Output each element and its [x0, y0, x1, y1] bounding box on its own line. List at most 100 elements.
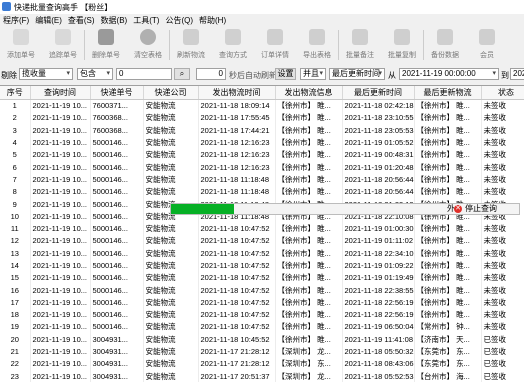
table-row[interactable]: 142021-11-19 10...5000146...安能物流2021-11-… [0, 260, 524, 272]
table-cell: 安能物流 [143, 297, 198, 309]
table-cell: 【徐州市】 睢... [414, 272, 481, 284]
from-label: 从 [388, 70, 396, 81]
table-row[interactable]: 222021-11-19 10...3004931...安能物流2021-11-… [0, 358, 524, 370]
search-icon: ⌕ [180, 69, 184, 78]
table-row[interactable]: 22021-11-19 10...7600368...安能物流2021-11-1… [0, 112, 524, 124]
table-cell: 2021-11-18 22:56:19 [342, 309, 414, 321]
table-cell: 2021-11-18 11:18:48 [198, 186, 275, 198]
toolbar-button-batch-copy[interactable]: 批量复制 [381, 26, 423, 64]
stop-icon[interactable]: ✕ [454, 205, 462, 213]
column-header[interactable]: 最后更新时间 [342, 86, 414, 100]
table-row[interactable]: 192021-11-19 10...5000146...安能物流2021-11-… [0, 321, 524, 333]
table-cell: 【徐州市】 睢... [414, 112, 481, 124]
toolbar-button-order-detail[interactable]: 订单详情 [254, 26, 296, 64]
table-row[interactable]: 42021-11-19 10...5000146...安能物流2021-11-1… [0, 137, 524, 149]
logic-select[interactable]: 并且 [300, 68, 326, 80]
table-cell: 2021-11-19 10... [30, 112, 90, 124]
table-cell: 【徐州市】 睢... [275, 112, 342, 124]
column-header[interactable]: 状态 [481, 86, 524, 100]
stop-query-button[interactable]: 停止查询 [465, 204, 497, 214]
table-cell: 2021-11-19 10... [30, 309, 90, 321]
table-cell: 【东莞市】 东... [414, 358, 481, 370]
toolbar-button-export[interactable]: 导出表格 [296, 26, 338, 64]
toolbar-button-backup[interactable]: 备份数据 [424, 26, 466, 64]
column-header[interactable]: 查询时间 [30, 86, 90, 100]
table-cell: 安能物流 [143, 260, 198, 272]
table-row[interactable]: 32021-11-19 10...7600368...安能物流2021-11-1… [0, 125, 524, 137]
table-cell: 9 [0, 198, 30, 210]
table-row[interactable]: 212021-11-19 10...3004931...安能物流2021-11-… [0, 346, 524, 358]
member-icon [479, 29, 495, 45]
table-row[interactable]: 162021-11-19 10...5000146...安能物流2021-11-… [0, 284, 524, 296]
menu-item[interactable]: 数据(B) [98, 14, 131, 26]
toolbar-button-query-mode[interactable]: 查询方式 [212, 26, 254, 64]
toolbar-button-clear[interactable]: 清空表格 [127, 26, 169, 64]
menu-item[interactable]: 帮助(H) [196, 14, 229, 26]
column-header[interactable]: 快递公司 [143, 86, 198, 100]
toolbar-button-add[interactable]: 添加单号 [0, 26, 42, 64]
toolbar-button-batch-note[interactable]: 批量备注 [339, 26, 381, 64]
settings-button[interactable]: 设置 [275, 68, 296, 80]
table-row[interactable]: 12021-11-19 10...7600371...安能物流2021-11-1… [0, 100, 524, 113]
table-cell: 5000146... [90, 198, 143, 210]
filter-operator-select[interactable]: 包含 [77, 68, 113, 80]
table-cell: 2021-11-18 12:16:23 [198, 137, 275, 149]
table-cell: 12 [0, 235, 30, 247]
table-cell: 2021-11-19 10... [30, 260, 90, 272]
table-row[interactable]: 182021-11-19 10...5000146...安能物流2021-11-… [0, 309, 524, 321]
table-cell: 2021-11-19 10... [30, 186, 90, 198]
table-row[interactable]: 72021-11-19 10...5000146...安能物流2021-11-1… [0, 174, 524, 186]
table-row[interactable]: 152021-11-19 10...5000146...安能物流2021-11-… [0, 272, 524, 284]
table-cell: 2021-11-18 10:47:52 [198, 321, 275, 333]
table-cell: 安能物流 [143, 371, 198, 382]
table-cell: 【徐州市】 睢... [275, 149, 342, 161]
table-cell: 10 [0, 211, 30, 223]
table-row[interactable]: 232021-11-19 10...3004931...安能物流2021-11-… [0, 371, 524, 382]
column-header[interactable]: 最后更新物流 [414, 86, 481, 100]
menu-item[interactable]: 编辑(E) [32, 14, 65, 26]
table-cell: 20 [0, 334, 30, 346]
time-field-select[interactable]: 最后更新时间 [329, 68, 385, 80]
table-cell: 13 [0, 248, 30, 260]
table-row[interactable]: 122021-11-19 10...5000146...安能物流2021-11-… [0, 235, 524, 247]
table-cell: 5000146... [90, 211, 143, 223]
search-button[interactable]: ⌕ [174, 68, 190, 80]
table-cell: 2021-11-19 10... [30, 161, 90, 173]
toolbar-button-member[interactable]: 会员 [466, 26, 508, 64]
table-row[interactable]: 202021-11-19 10...3004931...安能物流2021-11-… [0, 334, 524, 346]
menu-item[interactable]: 公告(Q) [162, 14, 196, 26]
menu-bar: 程序(F)编辑(E)查看(S)数据(B)工具(T)公告(Q)帮助(H) [0, 14, 524, 26]
table-row[interactable]: 132021-11-19 10...5000146...安能物流2021-11-… [0, 248, 524, 260]
toolbar-button-refresh[interactable]: 刷新物流 [170, 26, 212, 64]
toolbar-button-label: 会员 [466, 50, 508, 60]
keyword-input[interactable]: 0 [116, 68, 172, 80]
table-row[interactable]: 112021-11-19 10...5000146...安能物流2021-11-… [0, 223, 524, 235]
table-cell: 3004931... [90, 371, 143, 382]
table-row[interactable]: 82021-11-19 10...5000146...安能物流2021-11-1… [0, 186, 524, 198]
menu-item[interactable]: 查看(S) [65, 14, 98, 26]
table-row[interactable]: 52021-11-19 10...5000146...安能物流2021-11-1… [0, 149, 524, 161]
toolbar-button-track[interactable]: 追踪单号 [42, 26, 84, 64]
to-date-picker[interactable]: 2021 [510, 68, 524, 80]
table-cell: 安能物流 [143, 346, 198, 358]
interval-input[interactable]: 0 [196, 68, 226, 80]
table-cell: 【徐州市】 睢... [275, 321, 342, 333]
column-header[interactable]: 快递单号 [90, 86, 143, 100]
table-cell: 2021-11-18 10:47:52 [198, 248, 275, 260]
from-date-picker[interactable]: 2021-11-19 00:00:00 [399, 68, 499, 80]
table-cell: 2021-11-19 10... [30, 321, 90, 333]
table-cell: 【徐州市】 睢... [414, 125, 481, 137]
table-cell: 2021-11-18 10:47:52 [198, 284, 275, 296]
column-header[interactable]: 发出物流时间 [198, 86, 275, 100]
filter-field-select[interactable]: 揽收量 [19, 68, 73, 80]
column-header[interactable]: 发出物流信息 [275, 86, 342, 100]
menu-item[interactable]: 程序(F) [0, 14, 32, 26]
table-cell: 2021-11-18 10:47:52 [198, 235, 275, 247]
table-cell: 2021-11-17 21:28:12 [198, 358, 275, 370]
menu-item[interactable]: 工具(T) [130, 14, 162, 26]
toolbar-button-delete[interactable]: 删除单号 [85, 26, 127, 64]
column-header[interactable]: 序号 [0, 86, 30, 100]
table-row[interactable]: 62021-11-19 10...5000146...安能物流2021-11-1… [0, 161, 524, 173]
table-cell: 22 [0, 358, 30, 370]
table-row[interactable]: 172021-11-19 10...5000146...安能物流2021-11-… [0, 297, 524, 309]
